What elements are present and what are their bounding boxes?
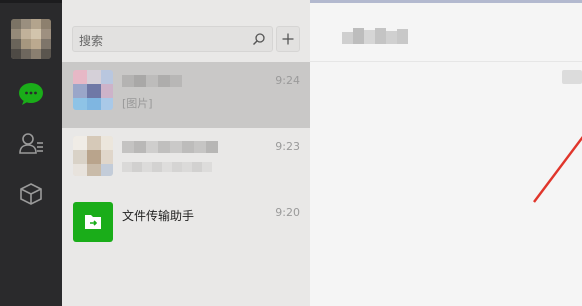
favorites-cube-icon [20,183,42,205]
contacts-nav-button[interactable] [17,130,45,158]
chat-item[interactable]: 9:24 [图片] [62,62,310,128]
message-time-badge [562,70,582,84]
chat-name [122,141,222,153]
rail-top-edge [0,0,62,3]
chat-preview: [图片] [122,97,153,110]
chat-avatar [73,70,113,110]
conversation-title [342,28,408,48]
conversation-pane [310,0,582,306]
search-placeholder: 搜索 [79,34,104,48]
search-icon [253,33,265,45]
chat-avatar [73,136,113,176]
folder-transfer-icon [85,215,101,229]
chat-time: 9:20 [275,206,300,219]
chat-item[interactable]: 9:23 [62,128,310,194]
chat-bubble-icon [19,83,43,105]
chat-name: 文件传输助手 [122,209,195,223]
chat-name [122,75,182,87]
chat-item-file-transfer[interactable]: 文件传输助手 9:20 [62,194,310,260]
plus-icon [282,33,294,45]
chats-nav-button[interactable] [17,80,45,108]
add-chat-button[interactable] [276,26,300,52]
search-input[interactable]: 搜索 [72,26,273,52]
nav-rail [0,0,62,306]
conversation-header [310,0,582,62]
wechat-window: 搜索 9:24 [图片] 9:23 文件传输助手 9:20 [0,0,582,306]
contacts-icon [19,133,43,154]
my-avatar[interactable] [11,19,51,59]
favorites-nav-button[interactable] [17,180,45,208]
chat-list-panel: 搜索 9:24 [图片] 9:23 文件传输助手 9:20 [62,0,310,306]
chat-time: 9:24 [275,74,300,87]
chat-preview [122,162,214,172]
chat-time: 9:23 [275,140,300,153]
chat-avatar [73,202,113,242]
annotation-arrow [533,136,582,203]
